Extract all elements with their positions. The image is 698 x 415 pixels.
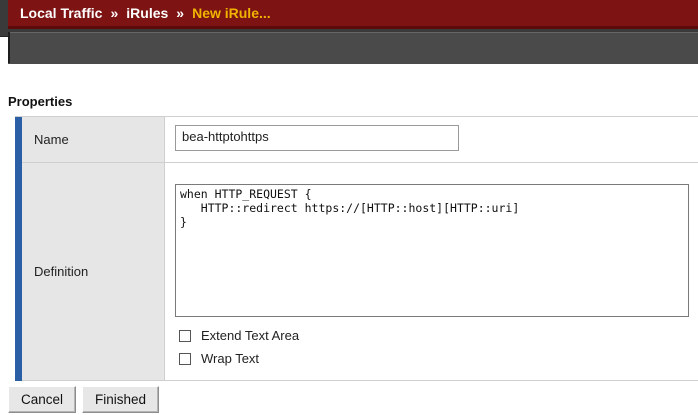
section-title: Properties (8, 94, 73, 109)
extend-text-area-option[interactable]: Extend Text Area (179, 328, 299, 343)
name-value-cell: bea-httptohttps (165, 117, 698, 163)
button-row: Cancel Finished (8, 386, 160, 413)
wrap-text-option[interactable]: Wrap Text (179, 351, 259, 366)
toolbar-edge (8, 32, 10, 63)
name-label: Name (22, 117, 165, 163)
accent-bar (15, 117, 22, 381)
wrap-text-checkbox[interactable] (179, 352, 191, 365)
name-input[interactable]: bea-httptohttps (175, 125, 459, 151)
breadcrumb-item-irules[interactable]: iRules (126, 5, 168, 21)
breadcrumb-separator: » (110, 5, 119, 21)
breadcrumb-item-current: New iRule... (192, 5, 271, 21)
extend-text-area-checkbox[interactable] (179, 329, 191, 342)
breadcrumb-item-local-traffic[interactable]: Local Traffic (20, 5, 102, 21)
breadcrumb-separator: » (176, 5, 185, 21)
breadcrumb: Local Traffic » iRules » New iRule... (8, 0, 698, 29)
definition-textarea[interactable]: when HTTP_REQUEST { HTTP::redirect https… (175, 184, 689, 317)
extend-text-area-label: Extend Text Area (201, 328, 300, 343)
finished-button[interactable]: Finished (82, 386, 160, 413)
definition-label: Definition (22, 163, 165, 381)
cancel-button[interactable]: Cancel (8, 386, 77, 413)
definition-value-cell: when HTTP_REQUEST { HTTP::redirect https… (165, 163, 698, 381)
toolbar (8, 32, 698, 64)
properties-table: Name bea-httptohttps Definition when HTT… (15, 116, 698, 381)
wrap-text-label: Wrap Text (201, 351, 260, 366)
